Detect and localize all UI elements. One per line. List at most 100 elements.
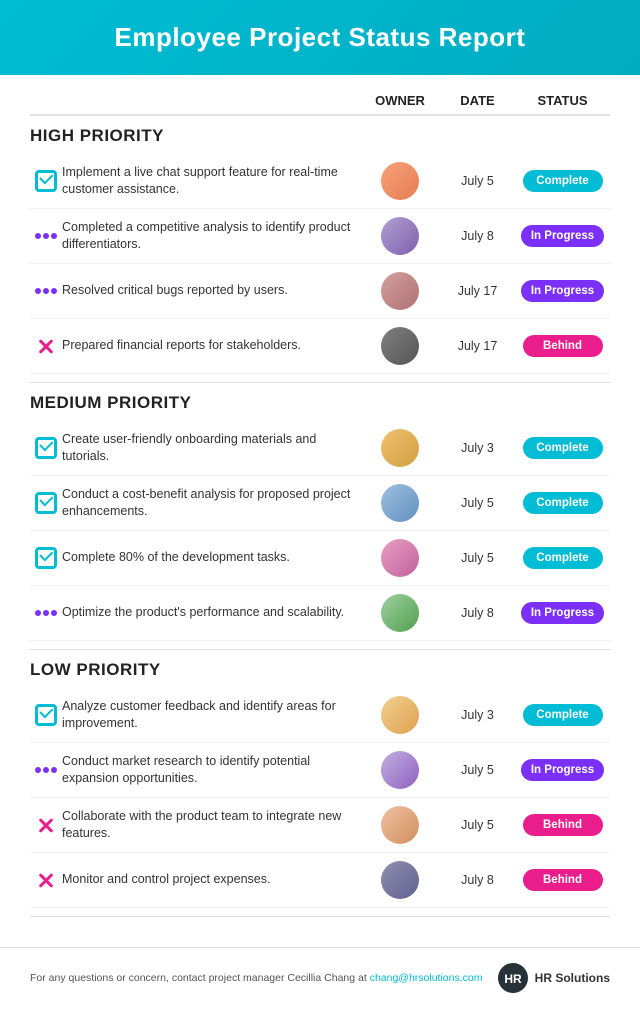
check-icon: [35, 704, 57, 726]
avatar: [381, 327, 419, 365]
footer-logo: HR HR Solutions: [497, 962, 610, 994]
task-owner: [360, 539, 440, 577]
status-badge: Behind: [523, 335, 603, 357]
task-row: Monitor and control project expenses. Ju…: [30, 853, 610, 908]
task-text: Monitor and control project expenses.: [62, 871, 360, 889]
task-status: In Progress: [515, 602, 610, 624]
task-date: July 5: [440, 551, 515, 565]
x-icon: [35, 869, 57, 891]
avatar: [381, 162, 419, 200]
task-owner: [360, 217, 440, 255]
task-status: Behind: [515, 814, 610, 836]
task-icon: [30, 704, 62, 726]
task-text: Conduct a cost-benefit analysis for prop…: [62, 486, 360, 521]
task-status: Behind: [515, 335, 610, 357]
section-title: LOW PRIORITY: [30, 660, 610, 680]
task-date: July 5: [440, 818, 515, 832]
dots-icon: [35, 288, 57, 294]
x-icon: [35, 335, 57, 357]
task-text: Create user-friendly onboarding material…: [62, 431, 360, 466]
task-icon: [30, 869, 62, 891]
status-badge: In Progress: [521, 225, 604, 247]
task-owner: [360, 429, 440, 467]
avatar: [381, 751, 419, 789]
task-icon: [30, 288, 62, 294]
task-text: Prepared financial reports for stakehold…: [62, 337, 360, 355]
footer-text: For any questions or concern, contact pr…: [30, 972, 497, 984]
status-badge: Complete: [523, 170, 603, 192]
avatar: [381, 594, 419, 632]
section-divider: [30, 649, 610, 650]
th-date: DATE: [440, 93, 515, 108]
task-icon: [30, 610, 62, 616]
task-text: Analyze customer feedback and identify a…: [62, 698, 360, 733]
task-owner: [360, 806, 440, 844]
task-text: Complete 80% of the development tasks.: [62, 549, 360, 567]
task-row: Conduct market research to identify pote…: [30, 743, 610, 798]
table-header: OWNER DATE STATUS: [30, 93, 610, 116]
status-badge: Behind: [523, 814, 603, 836]
task-text: Resolved critical bugs reported by users…: [62, 282, 360, 300]
task-row: Completed a competitive analysis to iden…: [30, 209, 610, 264]
check-icon: [35, 547, 57, 569]
section-low: LOW PRIORITY Analyze customer feedback a…: [30, 660, 610, 917]
task-status: In Progress: [515, 759, 610, 781]
x-icon: [35, 814, 57, 836]
task-owner: [360, 272, 440, 310]
task-icon: [30, 170, 62, 192]
section-high: HIGH PRIORITY Implement a live chat supp…: [30, 126, 610, 383]
status-badge: Complete: [523, 492, 603, 514]
task-row: Prepared financial reports for stakehold…: [30, 319, 610, 374]
task-icon: [30, 437, 62, 459]
task-text: Collaborate with the product team to int…: [62, 808, 360, 843]
svg-text:HR: HR: [504, 972, 522, 986]
status-badge: Complete: [523, 547, 603, 569]
footer-email-link[interactable]: chang@hrsolutions.com: [370, 972, 483, 984]
page: Employee Project Status Report OWNER DAT…: [0, 0, 640, 1022]
task-text: Implement a live chat support feature fo…: [62, 164, 360, 199]
th-owner: OWNER: [360, 93, 440, 108]
section-title: MEDIUM PRIORITY: [30, 393, 610, 413]
check-icon: [35, 437, 57, 459]
avatar: [381, 272, 419, 310]
main-content: OWNER DATE STATUS HIGH PRIORITY Implemen…: [0, 75, 640, 937]
task-text: Optimize the product's performance and s…: [62, 604, 360, 622]
page-header: Employee Project Status Report: [0, 0, 640, 75]
hr-solutions-logo-icon: HR: [497, 962, 529, 994]
task-status: Complete: [515, 547, 610, 569]
dots-icon: [35, 610, 57, 616]
task-row: Implement a live chat support feature fo…: [30, 154, 610, 209]
dots-icon: [35, 767, 57, 773]
section-divider: [30, 916, 610, 917]
avatar: [381, 696, 419, 734]
task-icon: [30, 335, 62, 357]
task-date: July 5: [440, 763, 515, 777]
task-owner: [360, 861, 440, 899]
task-owner: [360, 327, 440, 365]
task-status: Complete: [515, 170, 610, 192]
avatar: [381, 806, 419, 844]
status-badge: Behind: [523, 869, 603, 891]
section-medium: MEDIUM PRIORITY Create user-friendly onb…: [30, 393, 610, 650]
task-date: July 3: [440, 441, 515, 455]
task-icon: [30, 233, 62, 239]
task-owner: [360, 751, 440, 789]
status-badge: Complete: [523, 704, 603, 726]
task-owner: [360, 162, 440, 200]
task-row: Analyze customer feedback and identify a…: [30, 688, 610, 743]
task-status: Complete: [515, 437, 610, 459]
task-status: Complete: [515, 492, 610, 514]
page-title: Employee Project Status Report: [20, 22, 620, 53]
task-date: July 8: [440, 873, 515, 887]
task-date: July 17: [440, 284, 515, 298]
task-owner: [360, 696, 440, 734]
task-status: In Progress: [515, 225, 610, 247]
task-icon: [30, 814, 62, 836]
task-row: Conduct a cost-benefit analysis for prop…: [30, 476, 610, 531]
task-icon: [30, 767, 62, 773]
status-badge: In Progress: [521, 759, 604, 781]
task-date: July 5: [440, 174, 515, 188]
status-badge: In Progress: [521, 280, 604, 302]
task-date: July 8: [440, 229, 515, 243]
check-icon: [35, 492, 57, 514]
